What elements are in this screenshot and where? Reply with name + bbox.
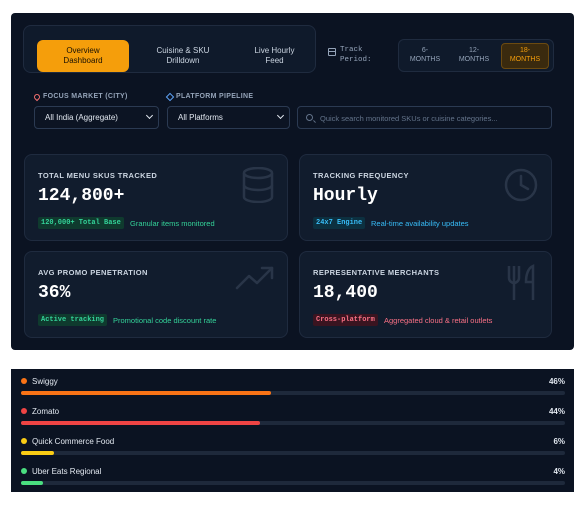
card-note: Granular items monitored — [130, 219, 215, 228]
layers-icon — [165, 92, 175, 101]
card-title: TRACKING FREQUENCY — [313, 171, 409, 180]
track-label-line: Track — [340, 46, 363, 54]
platform-name: Quick Commerce Food — [32, 437, 115, 446]
track-label-line: Period: — [340, 55, 372, 64]
tab-label: Feed — [265, 56, 284, 65]
share-bar-track — [21, 391, 565, 395]
chevron-down-icon — [145, 111, 154, 120]
card-badge: Active tracking — [38, 314, 108, 326]
focus-market-value: All India (Aggregate) — [45, 113, 118, 122]
platform-pipeline-label: PLATFORM PIPELINE — [165, 92, 254, 101]
view-tabs: Overview Dashboard Cuisine & SKU Drilldown… — [23, 25, 316, 73]
period-18-months-button[interactable]: 18- MONTHS — [501, 43, 549, 69]
kpi-card-total-skus: TOTAL MENU SKUS TRACKED 124,800+ 120,000… — [24, 154, 288, 241]
platform-name: Uber Eats Regional — [32, 467, 102, 476]
kpi-card-tracking-frequency: TRACKING FREQUENCY Hourly 24x7 Engine Re… — [299, 154, 552, 241]
share-bar-track — [21, 451, 565, 455]
tab-live-hourly-feed[interactable]: Live Hourly Feed — [237, 40, 312, 72]
search-input[interactable]: Quick search monitored SKUs or cuisine c… — [297, 106, 552, 129]
platform-pipeline-select[interactable]: All Platforms — [167, 106, 290, 129]
trend-up-icon — [235, 266, 274, 290]
track-period-label: Track Period: — [328, 46, 374, 66]
platform-pipeline-label-text: PLATFORM PIPELINE — [176, 93, 254, 100]
kpi-card-representative-merchants: REPRESENTATIVE MERCHANTS 18,400 Cross-pl… — [299, 251, 552, 338]
share-bar-fill — [21, 421, 261, 425]
calendar-icon — [328, 48, 336, 56]
tab-cuisine-sku-drilldown[interactable]: Cuisine & SKU Drilldown — [138, 40, 228, 72]
map-pin-icon — [32, 92, 42, 101]
kpi-card-promo-penetration: AVG PROMO PENETRATION 36% Active trackin… — [24, 251, 288, 338]
tab-overview-dashboard[interactable]: Overview Dashboard — [37, 40, 129, 72]
platform-share-percent: 44% — [548, 407, 565, 416]
search-icon — [306, 114, 313, 121]
platform-share-row: Quick Commerce Food 6% — [21, 435, 565, 461]
share-bar-fill — [21, 391, 272, 395]
card-title: TOTAL MENU SKUS TRACKED — [38, 171, 158, 180]
card-note: Real-time availability updates — [371, 219, 469, 228]
card-value: Hourly — [313, 186, 378, 206]
platform-name: Zomato — [32, 407, 60, 416]
card-value: 124,800+ — [38, 186, 125, 206]
card-badge: 120,000+ Total Base — [38, 217, 124, 229]
focus-market-label-text: FOCUS MARKET (CITY) — [43, 93, 128, 100]
legend-dot — [21, 438, 27, 444]
card-badge: Cross-platform — [313, 314, 378, 326]
tab-label: Dashboard — [63, 56, 103, 65]
period-label: MONTHS — [509, 56, 541, 63]
period-label: 6- — [421, 47, 429, 55]
card-title: REPRESENTATIVE MERCHANTS — [313, 268, 440, 277]
platform-pipeline-value: All Platforms — [178, 113, 223, 122]
period-6-months-button[interactable]: 6- MONTHS — [403, 43, 447, 69]
card-value: 18,400 — [313, 283, 378, 303]
platform-share-percent: 46% — [548, 377, 565, 386]
tab-label: Drilldown — [166, 56, 200, 65]
card-value: 36% — [38, 283, 71, 303]
utensils-icon — [507, 264, 535, 300]
tab-label: Overview — [66, 46, 100, 56]
legend-dot — [21, 408, 27, 414]
tab-label: Live Hourly — [254, 46, 295, 56]
period-label: MONTHS — [458, 56, 490, 63]
platform-share-row: Uber Eats Regional 4% — [21, 465, 565, 491]
share-bar-track — [21, 481, 565, 485]
card-badge: 24x7 Engine — [313, 217, 366, 229]
share-bar-track — [21, 421, 565, 425]
period-label: 12- — [468, 47, 480, 55]
focus-market-label: FOCUS MARKET (CITY) — [32, 92, 128, 101]
platform-share-row: Swiggy 46% — [21, 375, 565, 401]
period-label: 18- — [519, 47, 531, 55]
share-bar-fill — [21, 451, 54, 455]
card-note: Promotional code discount rate — [113, 316, 217, 325]
focus-market-select[interactable]: All India (Aggregate) — [34, 106, 159, 129]
platform-share-row: Zomato 44% — [21, 405, 565, 431]
tab-label: Cuisine & SKU — [156, 46, 210, 56]
card-note: Aggregated cloud & retail outlets — [384, 316, 493, 325]
database-icon — [242, 167, 274, 203]
share-bar-fill — [21, 481, 43, 485]
clock-icon — [504, 168, 538, 202]
period-label: MONTHS — [409, 56, 441, 63]
legend-dot — [21, 468, 27, 474]
chevron-down-icon — [276, 111, 285, 120]
search-placeholder: Quick search monitored SKUs or cuisine c… — [320, 114, 498, 123]
platform-name: Swiggy — [32, 377, 58, 386]
period-12-months-button[interactable]: 12- MONTHS — [452, 43, 496, 69]
card-title: AVG PROMO PENETRATION — [38, 268, 148, 277]
period-selector: 6- MONTHS 12- MONTHS 18- MONTHS — [398, 39, 554, 72]
platform-share-percent: 4% — [553, 467, 565, 476]
platform-share-percent: 6% — [553, 437, 565, 446]
legend-dot — [21, 378, 27, 384]
